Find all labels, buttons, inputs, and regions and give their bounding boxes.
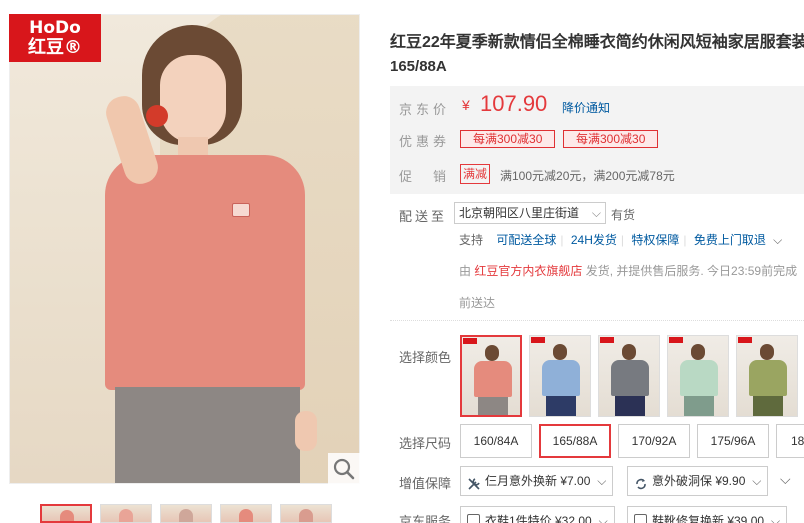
- ship-info: 由 红豆官方内衣旗舰店 发货, 并提供售后服务. 今日23:59前完成: [459, 262, 797, 279]
- delivery-label: 配送至: [399, 209, 448, 224]
- refresh-icon: [634, 473, 648, 490]
- color-option[interactable]: [667, 335, 729, 417]
- support-item[interactable]: 免费上门取退: [694, 233, 766, 247]
- thumbnail[interactable]: [100, 504, 152, 523]
- apple: [146, 105, 168, 127]
- model-face: [160, 55, 226, 143]
- value-added-option[interactable]: 仨月意外换新 ¥7.00 ⌵: [460, 466, 614, 496]
- chevron-down-icon: ⌵: [752, 474, 762, 488]
- support-row: 支持 可配送全球 | 24H发货 | 特权保障 | 免费上门取退 ⌵: [459, 233, 783, 247]
- magnifier-icon[interactable]: [328, 453, 360, 484]
- chevron-down-icon: ⌵: [591, 206, 601, 220]
- logo-latin: HoDo: [29, 17, 81, 38]
- box-icon: [634, 514, 647, 523]
- chevron-down-icon[interactable]: ⌵: [773, 233, 782, 247]
- price-drop-notice-link[interactable]: 降价通知: [562, 99, 610, 116]
- color-option[interactable]: [529, 335, 591, 417]
- product-title: 红豆22年夏季新款情侣全棉睡衣简约休闲风短袖家居服套装: [390, 34, 804, 51]
- thumbnail[interactable]: [220, 504, 272, 523]
- support-item[interactable]: 可配送全球: [496, 233, 556, 247]
- delivery-location-select[interactable]: 北京朝阳区八里庄街道 ⌵: [454, 202, 606, 224]
- thumbnail-strip: [40, 504, 332, 523]
- promotion-tag: 满减: [460, 164, 491, 184]
- color-option[interactable]: [598, 335, 660, 417]
- size-option[interactable]: 170/92A: [618, 424, 690, 458]
- ship-text: 发货, 并提供售后服务. 今日23:59前完成: [585, 264, 798, 278]
- value-added-text: 意外破洞保 ¥9.90: [652, 474, 746, 488]
- stock-status: 有货: [611, 208, 636, 222]
- size-label: 选择尺码: [399, 436, 452, 451]
- thumbnail[interactable]: [280, 504, 332, 523]
- main-product-image[interactable]: [9, 14, 360, 484]
- value-added-label: 增值保障: [399, 476, 452, 491]
- coupon-tag[interactable]: 每满300减30: [563, 130, 659, 148]
- ship-text-cont: 前送达: [459, 296, 496, 310]
- jd-service-text: 衣鞋1件特价 ¥32.00: [485, 514, 592, 523]
- size-option[interactable]: 18: [776, 424, 804, 458]
- size-option[interactable]: 175/96A: [697, 424, 769, 458]
- jd-service-text: 鞋靴修复换新 ¥39.00: [652, 514, 765, 523]
- size-option-selected[interactable]: 165/88A: [539, 424, 611, 458]
- jd-service-label: 京东服务: [399, 514, 452, 523]
- divider: [390, 320, 804, 321]
- coupon-tag[interactable]: 每满300减30: [460, 130, 556, 148]
- coupon-label: 优惠券: [399, 134, 451, 149]
- shirt-badge: [232, 203, 250, 217]
- support-label: 支持: [459, 233, 484, 247]
- value-added-option[interactable]: 意外破洞保 ¥9.90 ⌵: [627, 466, 769, 496]
- color-label: 选择颜色: [399, 350, 452, 365]
- delivery-location: 北京朝阳区八里庄街道: [459, 206, 580, 220]
- value-added-text: 仨月意外换新 ¥7.00: [485, 474, 591, 488]
- pink-tshirt: [105, 155, 305, 390]
- color-option[interactable]: [736, 335, 798, 417]
- chevron-down-icon: ⌵: [598, 514, 608, 523]
- shop-link[interactable]: 红豆官方内衣旗舰店: [474, 264, 582, 278]
- jd-service-option[interactable]: 衣鞋1件特价 ¥32.00 ⌵: [460, 506, 615, 523]
- jd-service-option[interactable]: 鞋靴修复换新 ¥39.00 ⌵: [627, 506, 788, 523]
- logo-cn: 红豆®: [28, 36, 82, 58]
- thumbnail[interactable]: [40, 504, 92, 523]
- currency-symbol: ¥: [462, 97, 470, 113]
- price-label: 京东价: [399, 102, 451, 117]
- brand-logo: HoDo 红豆®: [9, 14, 101, 62]
- model-hand: [295, 411, 317, 451]
- promotion-text: 满100元减20元，满200元减78元: [500, 169, 675, 183]
- grey-pants: [115, 387, 300, 483]
- thumbnail[interactable]: [160, 504, 212, 523]
- color-option[interactable]: [460, 335, 522, 417]
- chevron-down-icon[interactable]: ⌵: [780, 471, 791, 488]
- product-subtitle: 165/88A: [390, 58, 447, 75]
- support-item[interactable]: 24H发货: [571, 233, 617, 247]
- size-option[interactable]: 160/84A: [460, 424, 532, 458]
- ship-prefix: 由: [459, 264, 472, 278]
- box-icon: [467, 514, 480, 523]
- price-value: 107.90: [480, 91, 548, 116]
- wrench-icon: [467, 473, 481, 490]
- chevron-down-icon: ⌵: [770, 514, 781, 523]
- support-item[interactable]: 特权保障: [631, 233, 679, 247]
- chevron-down-icon: ⌵: [597, 474, 607, 488]
- promotion-label: 促 销: [399, 169, 451, 184]
